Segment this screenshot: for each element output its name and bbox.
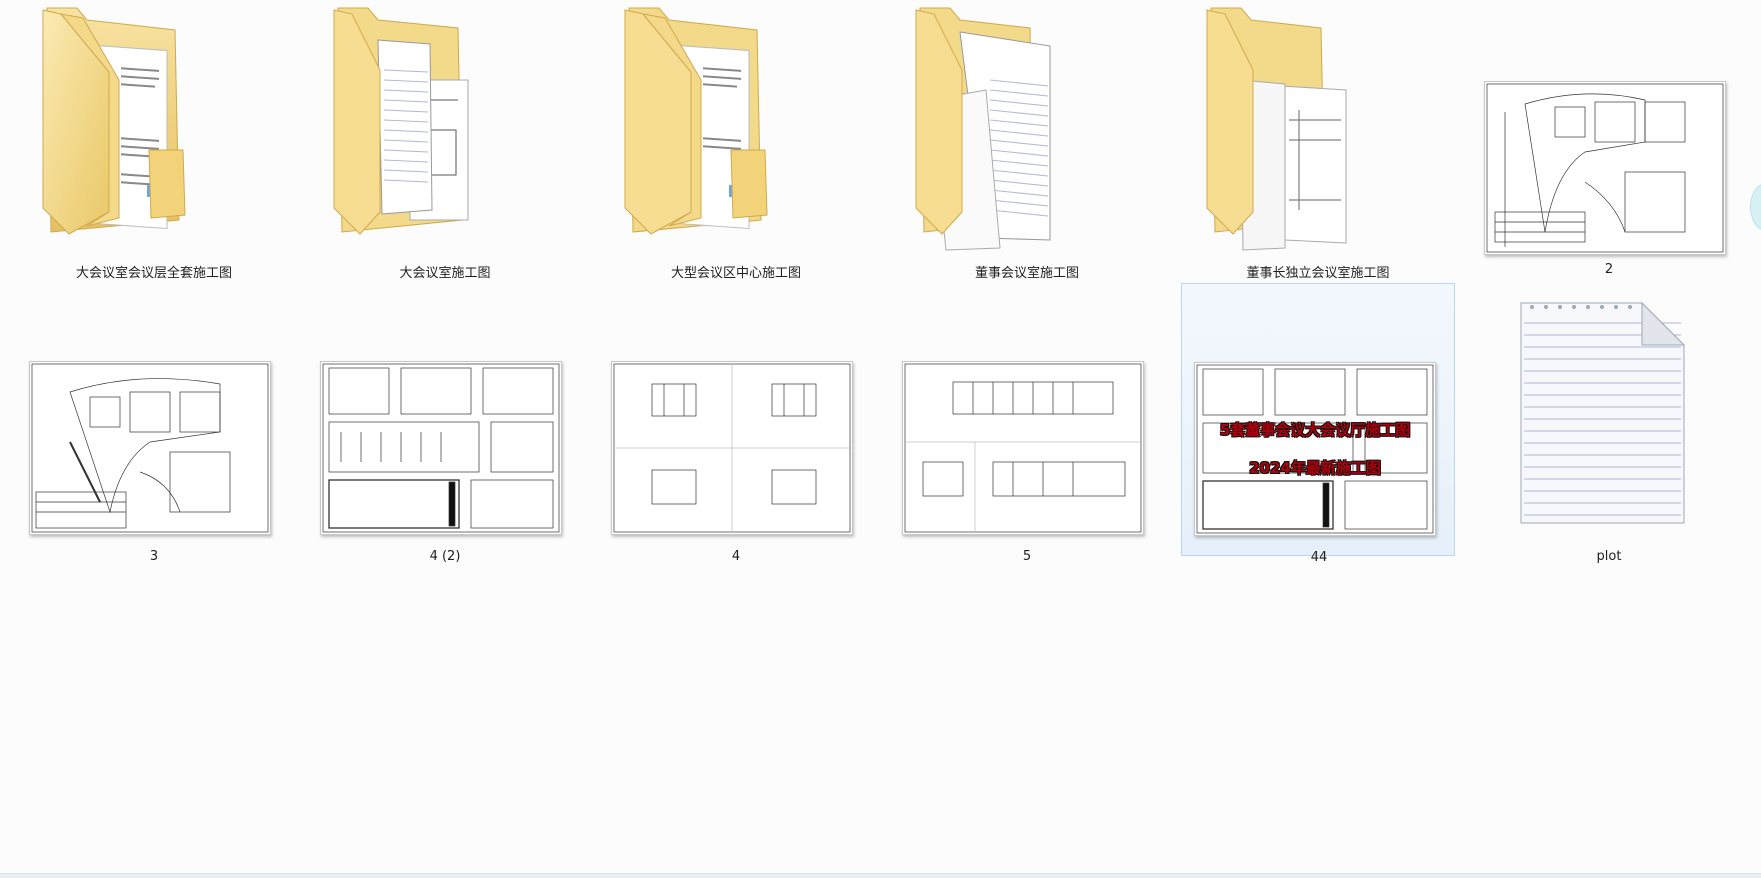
image-file-item[interactable]: 4	[599, 283, 873, 564]
folder-label: 董事长独立会议室施工图	[1246, 266, 1390, 281]
text-file-item[interactable]: plot	[1472, 283, 1746, 564]
folder-icon	[915, 7, 1051, 251]
scroll-indicator[interactable]	[1750, 183, 1761, 231]
folder-item[interactable]: 董事会议室施工图	[890, 0, 1164, 281]
image-file-item[interactable]: 4 (2)	[308, 283, 582, 564]
thumbnail-overlay-text: 2024年最新施工图	[1249, 459, 1381, 477]
folder-icon	[42, 7, 186, 235]
folder-label: 大型会议区中心施工图	[670, 266, 801, 281]
file-list-pane: 大会议室会议层全套施工图 大会议室施工图 大型会议区中心施工图 董事会议室施工图…	[0, 0, 1761, 878]
image-file-item[interactable]: 5套董事会议大会议厅施工图 2024年最新施工图 44	[1181, 283, 1455, 565]
folder-item[interactable]: 大会议室会议层全套施工图	[17, 0, 291, 281]
text-document-icon	[1520, 301, 1686, 524]
file-label: 5	[1022, 549, 1032, 564]
file-label: 4	[731, 549, 741, 564]
folder-label: 董事会议室施工图	[974, 266, 1079, 281]
folder-label: 大会议室施工图	[399, 266, 491, 281]
image-thumbnail	[611, 361, 853, 535]
file-label: 44	[1310, 550, 1328, 565]
image-thumbnail	[320, 361, 562, 535]
thumbnail-overlay-text: 5套董事会议大会议厅施工图	[1219, 421, 1411, 439]
file-label: 2	[1604, 262, 1614, 277]
file-label: 3	[149, 549, 159, 564]
image-thumbnail: 5套董事会议大会议厅施工图 2024年最新施工图	[1194, 362, 1436, 536]
pane-bottom-border	[0, 873, 1761, 878]
image-thumbnail	[29, 361, 271, 535]
folder-item[interactable]: 大型会议区中心施工图	[599, 0, 873, 281]
folder-icon	[333, 7, 469, 235]
image-thumbnail	[1484, 81, 1726, 255]
image-file-item[interactable]: 3	[17, 283, 291, 564]
folder-label: 大会议室会议层全套施工图	[75, 266, 232, 281]
folder-icon	[1206, 7, 1347, 251]
folder-item[interactable]: 大会议室施工图	[308, 0, 582, 281]
image-file-item[interactable]: 2	[1472, 0, 1746, 277]
folder-icon	[624, 7, 768, 235]
image-thumbnail	[902, 361, 1144, 535]
file-label: 4 (2)	[429, 549, 461, 564]
image-file-item[interactable]: 5	[890, 283, 1164, 564]
folder-item[interactable]: 董事长独立会议室施工图	[1181, 0, 1455, 281]
file-label: plot	[1596, 549, 1622, 564]
